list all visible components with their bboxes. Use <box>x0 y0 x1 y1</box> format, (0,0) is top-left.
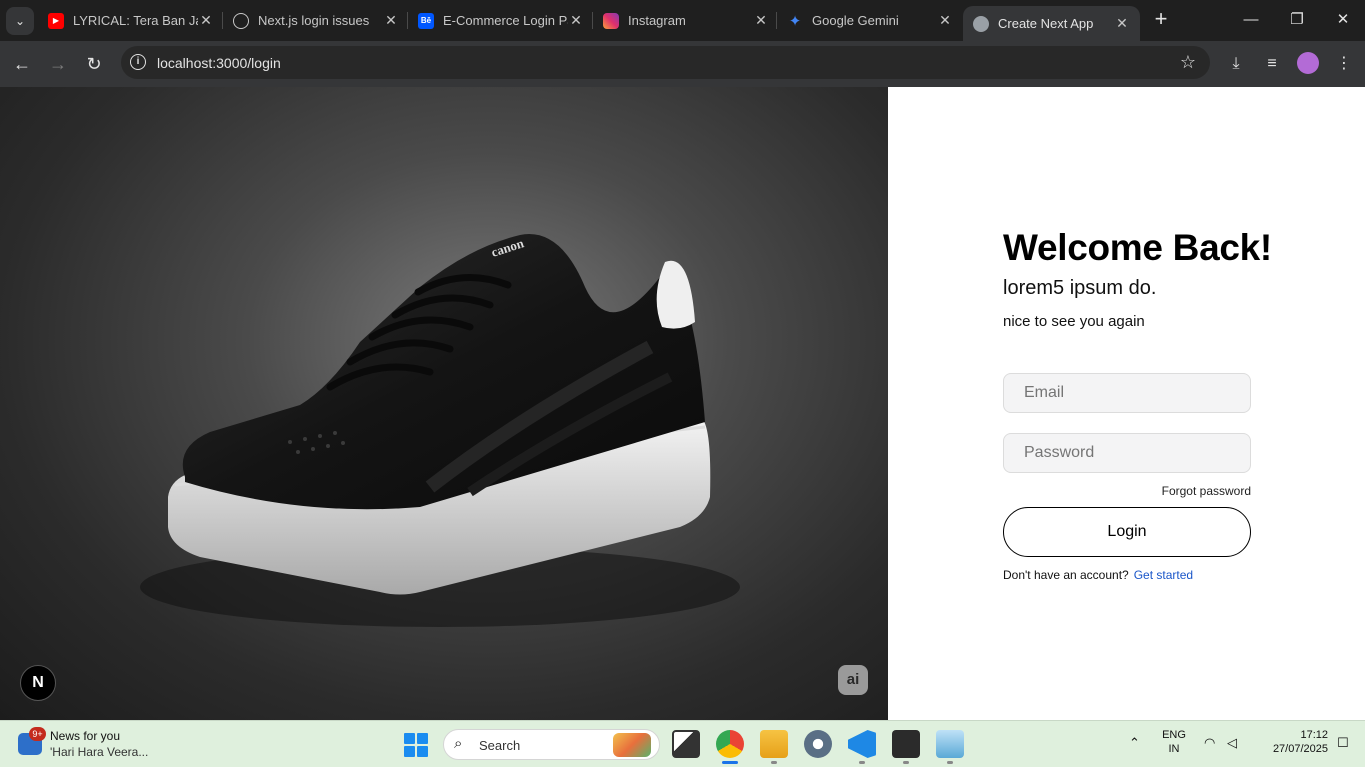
youtube-icon: ▶ <box>48 12 64 29</box>
globe-icon <box>973 15 989 32</box>
chevron-up-icon[interactable]: ⌃ <box>1129 735 1140 751</box>
openai-icon <box>233 12 249 29</box>
behance-icon: Bē <box>418 12 434 29</box>
running-indicator <box>771 761 777 764</box>
reload-button[interactable]: ↻ <box>81 51 107 77</box>
search-highlight-image <box>613 733 651 757</box>
task-view-icon[interactable] <box>672 730 700 758</box>
region-code: IN <box>1168 743 1180 755</box>
vscode-icon[interactable] <box>848 730 876 758</box>
tab-strip: ⌄ ▶ LYRICAL: Tera Ban Jau ✕ Next.js logi… <box>0 0 1365 41</box>
search-icon: ⌕ <box>454 735 463 752</box>
windows-taskbar: 9+ News for you 'Hari Hara Veera... ⌕ Se… <box>0 720 1365 767</box>
running-indicator <box>903 761 909 764</box>
site-info-icon[interactable]: i <box>130 54 146 70</box>
hero-image-panel: canon N ai <box>0 87 888 720</box>
volume-icon[interactable]: ◁ <box>1227 735 1237 751</box>
clock[interactable]: 17:12 27/07/2025 <box>1256 729 1328 755</box>
tab-ecommerce-login[interactable]: Bē E-Commerce Login Pa ✕ <box>418 6 584 35</box>
restore-button[interactable]: ❐ <box>1283 8 1311 32</box>
get-started-link[interactable]: Get started <box>1134 568 1193 582</box>
language-indicator[interactable]: ENG IN <box>1160 729 1188 755</box>
chrome-icon[interactable] <box>716 730 744 758</box>
search-label: Search <box>479 738 521 753</box>
tab-title: E-Commerce Login Pa <box>443 13 568 28</box>
forward-button[interactable]: → <box>45 51 71 77</box>
bookmark-star-icon[interactable]: ☆ <box>1180 52 1196 73</box>
tab-instagram[interactable]: Instagram ✕ <box>603 6 769 35</box>
news-subtitle[interactable]: 'Hari Hara Veera... <box>50 745 148 759</box>
instagram-icon <box>603 12 619 29</box>
profile-avatar[interactable] <box>1297 52 1319 74</box>
tab-title: Create Next App <box>998 16 1094 31</box>
nextjs-dev-badge[interactable]: N <box>20 665 56 701</box>
signup-prompt: Don't have an account? Get started <box>1003 568 1193 582</box>
media-control-icon[interactable]: ≡ <box>1261 53 1283 75</box>
tab-title: Instagram <box>628 13 686 28</box>
clock-time: 17:12 <box>1300 729 1328 741</box>
sneaker-image: canon <box>140 234 740 627</box>
ai-assistant-badge[interactable]: ai <box>838 665 868 695</box>
chevron-down-icon: ⌄ <box>14 14 26 28</box>
chrome-active-indicator <box>722 761 738 764</box>
login-page: canon N ai Welcome Back! lorem5 ipsum do… <box>0 87 1365 720</box>
running-indicator <box>947 761 953 764</box>
new-tab-button[interactable]: + <box>1150 8 1172 32</box>
taskbar-search[interactable]: ⌕ Search <box>443 729 660 760</box>
tab-title: LYRICAL: Tera Ban Jau <box>73 13 198 28</box>
close-icon[interactable]: ✕ <box>753 12 769 29</box>
url-text[interactable]: localhost:3000/login <box>157 55 281 71</box>
tab-separator <box>776 12 777 29</box>
start-button[interactable] <box>404 733 428 757</box>
wifi-icon[interactable]: ◠ <box>1204 735 1215 751</box>
address-bar[interactable]: i localhost:3000/login ☆ <box>121 46 1210 79</box>
page-title: Welcome Back! <box>1003 227 1272 268</box>
tab-nextjs-issues[interactable]: Next.js login issues ✕ <box>233 6 399 35</box>
close-window-button[interactable]: ✕ <box>1329 8 1357 32</box>
windows-logo-icon <box>404 733 415 744</box>
notification-icon[interactable]: ☐ <box>1337 735 1349 751</box>
tab-create-next-app[interactable]: Create Next App ✕ <box>963 6 1140 41</box>
tagline: nice to see you again <box>1003 313 1145 330</box>
login-button[interactable]: Login <box>1003 507 1251 557</box>
close-icon[interactable]: ✕ <box>937 12 953 29</box>
close-icon[interactable]: ✕ <box>198 12 214 29</box>
forgot-password-link[interactable]: Forgot password <box>1162 484 1251 498</box>
close-icon[interactable]: ✕ <box>568 12 584 29</box>
email-field[interactable] <box>1003 373 1251 413</box>
browser-toolbar: ← → ↻ i localhost:3000/login ☆ ⤓ ≡ ⋮ <box>0 41 1365 87</box>
tab-youtube[interactable]: ▶ LYRICAL: Tera Ban Jau ✕ <box>48 6 214 35</box>
tab-separator <box>592 12 593 29</box>
tab-gemini[interactable]: ✦ Google Gemini ✕ <box>787 6 953 35</box>
terminal-icon[interactable] <box>892 730 920 758</box>
back-button[interactable]: ← <box>9 51 35 77</box>
running-indicator <box>859 761 865 764</box>
no-account-text: Don't have an account? <box>1003 568 1129 582</box>
news-title[interactable]: News for you <box>50 729 120 743</box>
tab-search-button[interactable]: ⌄ <box>6 7 34 35</box>
tab-title: Next.js login issues <box>258 13 370 28</box>
clock-date: 27/07/2025 <box>1272 743 1328 755</box>
language-code: ENG <box>1162 729 1186 741</box>
tab-separator <box>407 12 408 29</box>
close-icon[interactable]: ✕ <box>383 12 399 29</box>
settings-icon[interactable] <box>804 730 832 758</box>
menu-kebab-icon[interactable]: ⋮ <box>1333 53 1355 75</box>
gemini-icon: ✦ <box>788 12 802 30</box>
photos-icon[interactable] <box>936 730 964 758</box>
subtitle: lorem5 ipsum do. <box>1003 277 1157 299</box>
file-explorer-icon[interactable] <box>760 730 788 758</box>
tab-title: Google Gemini <box>812 13 899 28</box>
password-field[interactable] <box>1003 433 1251 473</box>
download-icon[interactable]: ⤓ <box>1225 53 1247 75</box>
news-count-badge: 9+ <box>29 727 46 741</box>
close-icon[interactable]: ✕ <box>1114 15 1130 32</box>
tab-separator <box>222 12 223 29</box>
minimize-button[interactable]: — <box>1237 8 1265 32</box>
